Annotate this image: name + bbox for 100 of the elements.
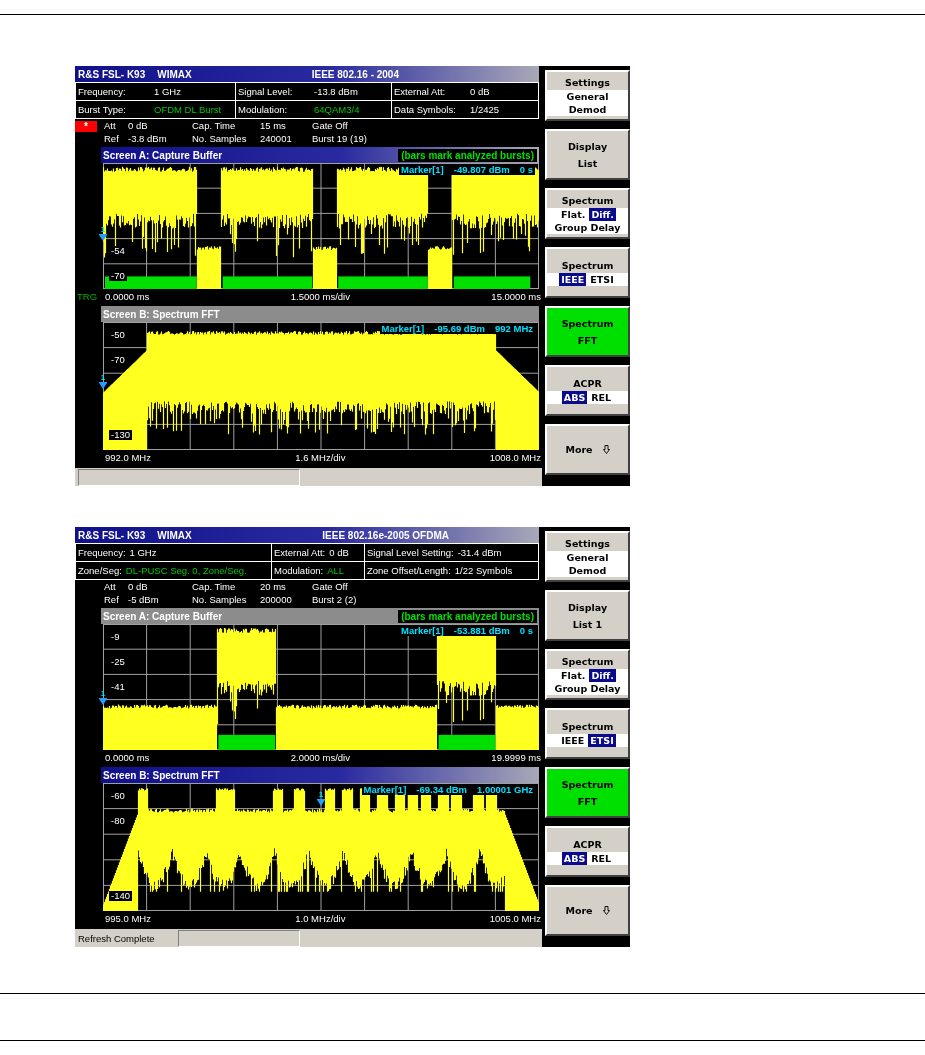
marker-readout: -49.807 dBm (453, 164, 510, 175)
softkey-option: REL (589, 391, 614, 404)
softkey[interactable]: Spectrum IEEE ETSI (545, 247, 630, 298)
info-label: Modulation: (238, 104, 289, 115)
x-end-label: 15.0000 ms (491, 291, 541, 302)
down-arrow-icon (602, 445, 610, 454)
x-scale-label: 2.0000 ms/div (290, 752, 350, 763)
setting-value: 15 ms (260, 120, 287, 133)
marker-readout: Marker[1] (363, 784, 407, 795)
info-value: 64QAM3/4 (314, 104, 360, 115)
setting-label: No. Samples (192, 594, 248, 607)
info-label: External Att: (274, 547, 326, 558)
marker-icon (98, 234, 108, 242)
info-value: ALL (327, 565, 345, 576)
softkey-option: ETSI (588, 734, 616, 747)
marker-number: 1 (100, 226, 106, 235)
marker-readout: 0 s (519, 164, 533, 175)
info-value: 1 GHz (154, 86, 181, 97)
marker-readout: -53.881 dBm (453, 625, 510, 636)
info-value: -31.4 dBm (457, 547, 502, 558)
setting-label: No. Samples (192, 133, 248, 146)
x-scale-label: 1.6 MHz/div (295, 452, 346, 463)
marker-readout: -69.34 dBm (416, 784, 467, 795)
softkey-option: ETSI (588, 273, 616, 286)
pane-title: Screen B: Spectrum FFT (103, 769, 220, 781)
y-tick-label: -70 (109, 355, 127, 366)
x-start-label: 0.0000 ms (105, 752, 150, 763)
softkey[interactable]: Spectrum IEEE ETSI (545, 708, 630, 759)
info-value: 1/22 Symbols (454, 565, 513, 576)
info-label: Frequency: (78, 547, 126, 558)
softkey[interactable]: ACPR ABS REL (545, 826, 630, 877)
setting-value: 0 dB (128, 581, 149, 594)
y-tick-label: -60 (109, 790, 127, 801)
softkey-option: Demod (566, 102, 609, 116)
y-tick-label: -9 (109, 631, 122, 642)
setting-label: Cap. Time (192, 120, 237, 133)
softkey[interactable]: Spectrum FFT (545, 767, 630, 818)
marker-number: 1 (100, 373, 106, 382)
x-start-label: 992.0 MHz (105, 452, 151, 463)
y-tick-label: -41 (109, 682, 127, 692)
info-value: 0 dB (470, 86, 490, 97)
marker-icon (316, 799, 326, 807)
setting-label: Ref (104, 594, 120, 607)
softkey-option: ABS (561, 391, 588, 404)
more-softkey[interactable]: More (545, 424, 630, 475)
info-value: 0 dB (329, 547, 349, 558)
softkey[interactable]: Settings General Demod (545, 70, 630, 121)
y-tick-label: -70 (109, 271, 127, 282)
standard-name: IEEE 802.16 - 2004 (311, 68, 399, 80)
y-tick-label: -25 (109, 656, 127, 667)
softkey[interactable]: Settings General Demod (545, 531, 630, 582)
application-name: WIMAX (157, 68, 192, 80)
pane-title: Screen A: Capture Buffer (103, 610, 223, 622)
info-label: Frequency: (78, 86, 127, 97)
softkey-option: Diff. (589, 207, 616, 221)
softkey-option: ABS (561, 852, 588, 865)
marker-readout: Marker[1] (401, 164, 444, 175)
softkey[interactable]: Display List (545, 129, 630, 180)
softkey-option: Demod (566, 563, 609, 577)
info-label: Data Symbols: (394, 104, 457, 115)
info-label: Zone Offset/Length: (367, 565, 451, 576)
y-tick-label: -130 (109, 429, 132, 440)
x-scale-label: 1.5000 ms/div (290, 291, 350, 302)
softkey[interactable]: ACPR ABS REL (545, 365, 630, 416)
softkey-option: IEEE (559, 734, 587, 747)
setting-value: -3.8 dBm (128, 133, 168, 146)
softkey[interactable]: Display List 1 (545, 590, 630, 641)
pane-title: Screen B: Spectrum FFT (103, 308, 220, 320)
marker-icon (98, 697, 108, 705)
status-badge: * (75, 121, 97, 132)
setting-label: Att (104, 581, 117, 594)
pane-note: (bars mark analyzed bursts) (398, 609, 537, 623)
softkey[interactable]: Spectrum FFT (545, 306, 630, 357)
y-tick-label: -140 (109, 890, 132, 901)
marker-number: 1 (100, 689, 106, 698)
info-label: Zone/Seg: (78, 565, 122, 576)
softkey[interactable]: Spectrum Flat. Diff. Group Delay (545, 649, 630, 700)
instrument-name: R&S FSL- K93 (78, 529, 146, 541)
x-scale-label: 1.0 MHz/div (295, 913, 346, 924)
setting-label: Gate Off (312, 581, 349, 594)
softkey-option: General (564, 89, 611, 103)
setting-value: 240001 (260, 133, 293, 146)
standard-name: IEEE 802.16e-2005 OFDMA (322, 529, 449, 541)
info-value: OFDM DL Burst (154, 104, 222, 115)
marker-number: 1 (318, 791, 324, 800)
trigger-label: TRG (77, 291, 98, 302)
softkey[interactable]: Spectrum Flat. Diff. Group Delay (545, 188, 630, 239)
setting-label: Burst 19 (19) (312, 133, 367, 146)
setting-label: Cap. Time (192, 581, 237, 594)
more-softkey[interactable]: More (545, 885, 630, 936)
setting-label: Gate Off (312, 120, 349, 133)
setting-label: Ref (104, 133, 120, 146)
softkey-option: General (564, 550, 611, 564)
setting-value: 20 ms (260, 581, 287, 594)
softkey-option: Group Delay (552, 220, 623, 234)
softkey-option: Diff. (589, 668, 616, 682)
setting-value: 0 dB (128, 120, 149, 133)
pane-title: Screen A: Capture Buffer (103, 149, 223, 161)
marker-readout: Marker[1] (401, 625, 444, 636)
info-value: -13.8 dBm (314, 86, 358, 97)
